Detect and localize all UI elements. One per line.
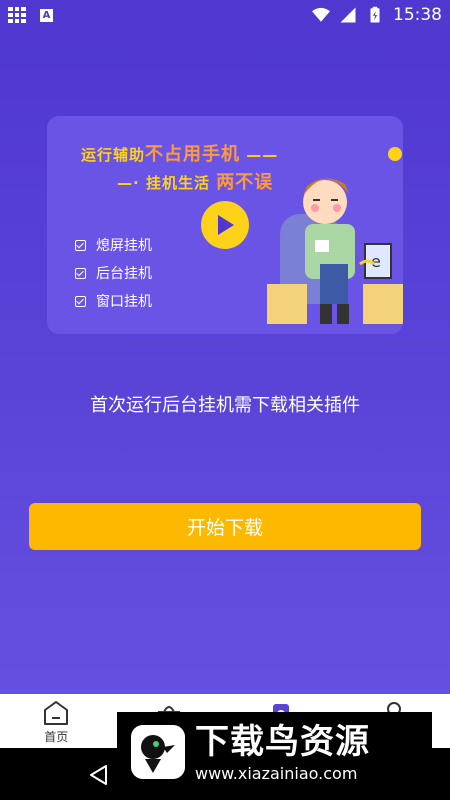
nav-label-home: 首页 [44, 730, 69, 744]
back-icon[interactable] [88, 764, 108, 786]
xiazainiao-logo-icon [131, 725, 185, 779]
signal-icon [340, 7, 356, 23]
watermark-title: 下载鸟资源 [195, 721, 370, 762]
apps-grid-icon [8, 7, 26, 23]
slogan-line-2: —· 挂机生活 两不误 [117, 172, 274, 193]
checkbox-icon [75, 239, 86, 251]
feature-item: 窗口挂机 [75, 287, 152, 315]
slogan-line-1: 运行辅助不占用手机 —— [81, 144, 279, 165]
start-download-button[interactable]: 开始下载 [29, 503, 421, 550]
checkbox-icon [75, 295, 86, 307]
play-icon [218, 215, 234, 235]
plugin-notice: 首次运行后台挂机需下载相关插件 [90, 395, 360, 416]
feature-item: 熄屏挂机 [75, 231, 152, 259]
watermark-overlay: 下载鸟资源 www.xiazainiao.com [117, 712, 432, 792]
office-worker-illustration: e [267, 147, 403, 324]
battery-icon [370, 6, 380, 23]
status-bar: A 15:38 [0, 0, 450, 30]
play-video-button[interactable] [201, 201, 249, 249]
clock: 15:38 [393, 5, 442, 25]
nav-item-home[interactable]: 首页 [16, 694, 96, 745]
promo-banner[interactable]: 运行辅助不占用手机 —— —· 挂机生活 两不误 熄屏挂机 后台挂机 窗口挂机 … [47, 116, 403, 334]
a-notification-icon: A [40, 8, 53, 22]
feature-list: 熄屏挂机 后台挂机 窗口挂机 [75, 231, 152, 315]
home-icon [44, 701, 69, 725]
wifi-icon [312, 7, 330, 22]
app-screen: A 15:38 运行辅助不占用手机 —— —· 挂机生活 两不误 熄屏挂机 后台… [0, 0, 450, 694]
watermark-url: www.xiazainiao.com [195, 763, 358, 783]
feature-item: 后台挂机 [75, 259, 152, 287]
checkbox-icon [75, 267, 86, 279]
